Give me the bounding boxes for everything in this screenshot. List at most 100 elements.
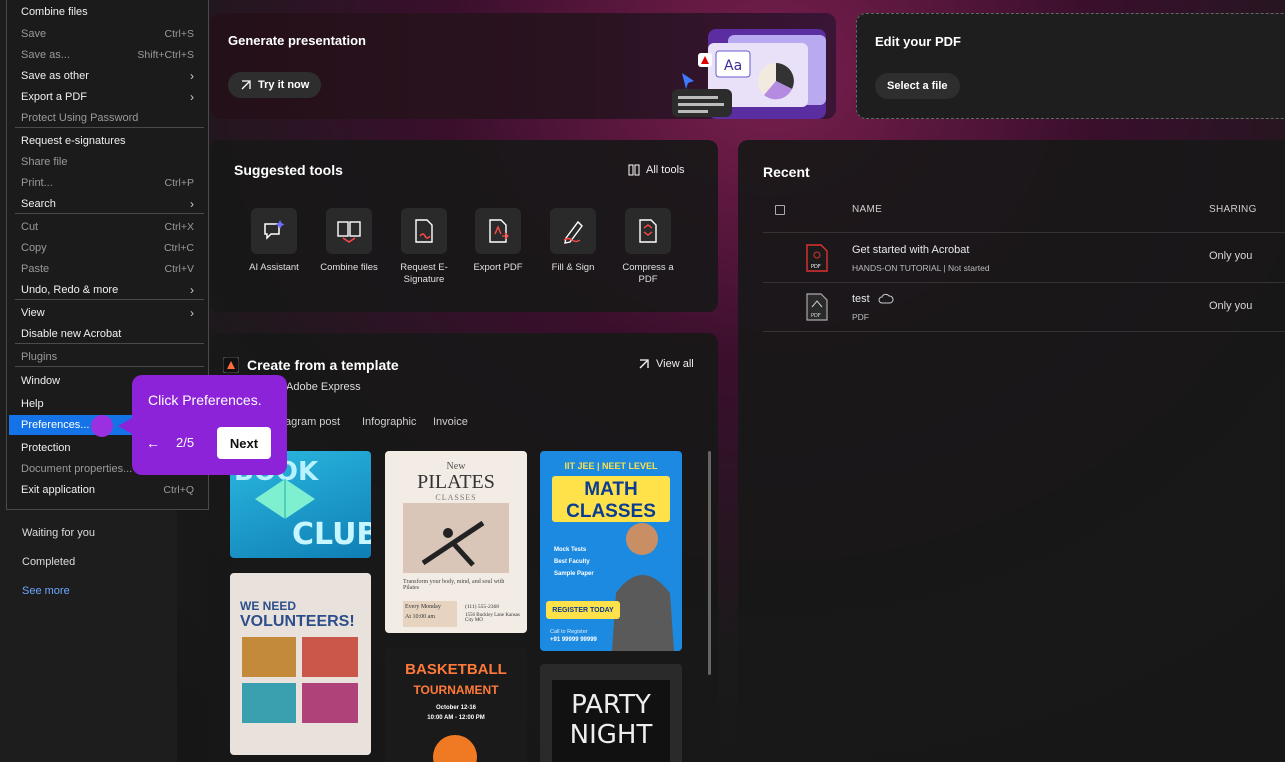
pilates-photo xyxy=(403,503,509,573)
menu-item-save-as-other[interactable]: Save as other › xyxy=(9,66,206,86)
recent-title: Recent xyxy=(763,164,810,180)
volunteer-photo xyxy=(242,637,296,677)
menu-item-label: Save xyxy=(21,28,47,40)
volunteers-line2: VOLUNTEERS! xyxy=(240,613,355,630)
menu-item-undo-redo-more[interactable]: Undo, Redo & more › xyxy=(9,280,206,300)
all-tools-link[interactable]: All tools xyxy=(628,164,685,176)
template-basketball[interactable]: BASKETBALL TOURNAMENT October 12-16 10:0… xyxy=(385,647,527,762)
menu-item-disable-new-acrobat[interactable]: Disable new Acrobat xyxy=(9,324,206,344)
menu-item-save-as[interactable]: Save as... Shift+Ctrl+S xyxy=(9,45,206,65)
menu-item-label: Window xyxy=(21,375,61,387)
menu-item-share-file[interactable]: Share file xyxy=(9,152,206,172)
basketball-line3: October 12-16 xyxy=(435,705,477,711)
math-line2: MATH xyxy=(584,479,638,500)
math-phone: +91 99999 99999 xyxy=(550,637,597,643)
chevron-right-icon: › xyxy=(190,306,194,320)
column-header-sharing[interactable]: SHARING xyxy=(1209,204,1257,215)
menu-item-protect-using-password[interactable]: Protect Using Password xyxy=(9,108,206,128)
open-external-icon xyxy=(639,359,649,369)
menu-item-print[interactable]: Print... Ctrl+P xyxy=(9,173,206,193)
pilates-line8: 1556 Buckley Lane Kansas City MO xyxy=(465,613,520,623)
pilates-line2: PILATES xyxy=(417,471,495,493)
menu-item-export-a-pdf[interactable]: Export a PDF › xyxy=(9,87,206,107)
pdf-file-icon: PDF xyxy=(806,293,828,321)
cloud-icon xyxy=(878,293,894,304)
file-subtitle: HANDS-ON TUTORIAL | Not started xyxy=(852,263,990,273)
sidebar-item-waiting[interactable]: Waiting for you xyxy=(22,527,95,539)
menu-item-save[interactable]: Save Ctrl+S xyxy=(9,24,206,44)
ai-assistant-icon xyxy=(264,220,285,240)
file-sharing: Only you xyxy=(1209,250,1253,262)
template-pilates[interactable]: New PILATES CLASSES Transform your body,… xyxy=(385,451,527,633)
party-line2: NIGHT xyxy=(569,720,653,750)
tab-invoice[interactable]: Invoice xyxy=(433,416,468,428)
try-it-now-button[interactable]: Try it now xyxy=(228,72,322,98)
try-it-now-label: Try it now xyxy=(258,79,310,91)
tool-request-esignature[interactable]: Request E-Signature xyxy=(388,208,460,286)
tour-hotspot[interactable] xyxy=(91,415,113,437)
math-line1: IIT JEE | NEET LEVEL xyxy=(564,461,658,471)
tool-fill-sign[interactable]: Fill & Sign xyxy=(537,208,609,274)
template-scrollbar[interactable] xyxy=(708,451,711,675)
select-all-checkbox[interactable] xyxy=(775,205,785,215)
template-title: Create from a template xyxy=(247,357,399,373)
menu-item-shortcut: Shift+Ctrl+S xyxy=(137,49,194,61)
party-line1: PARTY xyxy=(571,690,651,720)
combine-files-icon xyxy=(337,221,361,243)
tool-ai-assistant[interactable]: AI Assistant xyxy=(238,208,310,274)
menu-item-label: Combine files xyxy=(21,6,88,18)
basketball-line2: TOURNAMENT xyxy=(413,683,499,697)
menu-item-copy[interactable]: Copy Ctrl+C xyxy=(9,238,206,258)
request-esignature-icon xyxy=(415,219,433,243)
pdf-file-icon: PDF xyxy=(806,244,828,272)
menu-item-plugins[interactable]: Plugins xyxy=(9,347,206,367)
menu-item-label: Exit application xyxy=(21,484,95,496)
menu-item-label: Print... xyxy=(21,177,53,189)
menu-item-label: Plugins xyxy=(21,351,58,363)
menu-item-label: Paste xyxy=(21,263,50,275)
svg-text:Aa: Aa xyxy=(724,58,742,74)
see-more-link[interactable]: See more xyxy=(22,585,70,597)
basketball-line1: BASKETBALL xyxy=(405,661,507,678)
chevron-right-icon: › xyxy=(190,69,194,83)
column-header-name[interactable]: NAME xyxy=(852,204,882,215)
view-all-link[interactable]: View all xyxy=(638,358,694,370)
chevron-right-icon: › xyxy=(190,197,194,211)
tool-combine-files[interactable]: Combine files xyxy=(313,208,385,274)
menu-item-combine-files[interactable]: Combine files xyxy=(9,2,206,22)
file-name[interactable]: Get started with Acrobat xyxy=(852,244,969,256)
callout-pointer xyxy=(118,418,132,434)
template-math-classes[interactable]: IIT JEE | NEET LEVEL MATH CLASSES Mock T… xyxy=(540,451,682,651)
pilates-line7: (111) 555-2368 xyxy=(465,604,499,610)
menu-item-request-e-signatures[interactable]: Request e-signatures xyxy=(9,131,206,151)
tour-next-button[interactable]: Next xyxy=(217,427,271,459)
menu-item-view[interactable]: View › xyxy=(9,303,206,323)
menu-item-label: Save as... xyxy=(21,49,70,61)
template-party-night[interactable]: PARTY NIGHT xyxy=(540,664,682,762)
template-volunteers[interactable]: WE NEED VOLUNTEERS! xyxy=(230,573,371,755)
menu-item-paste[interactable]: Paste Ctrl+V xyxy=(9,259,206,279)
math-call: Call to Register xyxy=(550,629,588,635)
tab-instagram-post[interactable]: tagram post xyxy=(282,416,340,428)
file-name[interactable]: test xyxy=(852,293,870,305)
tour-back-button[interactable]: ← xyxy=(146,435,160,451)
generate-presentation-title: Generate presentation xyxy=(228,33,366,48)
menu-item-exit-application[interactable]: Exit application Ctrl+Q xyxy=(9,480,206,500)
chevron-right-icon: › xyxy=(190,90,194,104)
tool-label: Fill & Sign xyxy=(551,262,595,273)
tool-compress-pdf[interactable]: Compress a PDF xyxy=(612,208,684,286)
select-file-button[interactable]: Select a file xyxy=(875,73,960,99)
tab-infographic[interactable]: Infographic xyxy=(362,416,416,428)
basketball-ball xyxy=(433,735,477,762)
volunteers-line1: WE NEED xyxy=(240,599,297,613)
tool-export-pdf[interactable]: Export PDF xyxy=(462,208,534,274)
tour-callout: Click Preferences. ← 2/5 Next xyxy=(132,375,287,475)
export-pdf-icon xyxy=(489,219,509,243)
menu-item-label: Export a PDF xyxy=(21,91,88,103)
menu-item-label: Document properties... xyxy=(21,463,133,475)
menu-item-search[interactable]: Search › xyxy=(9,194,206,214)
menu-item-shortcut: Ctrl+Q xyxy=(163,484,194,496)
math-bullet1: Mock Tests xyxy=(554,547,587,553)
sidebar-item-completed[interactable]: Completed xyxy=(22,556,75,568)
menu-item-cut[interactable]: Cut Ctrl+X xyxy=(9,217,206,237)
